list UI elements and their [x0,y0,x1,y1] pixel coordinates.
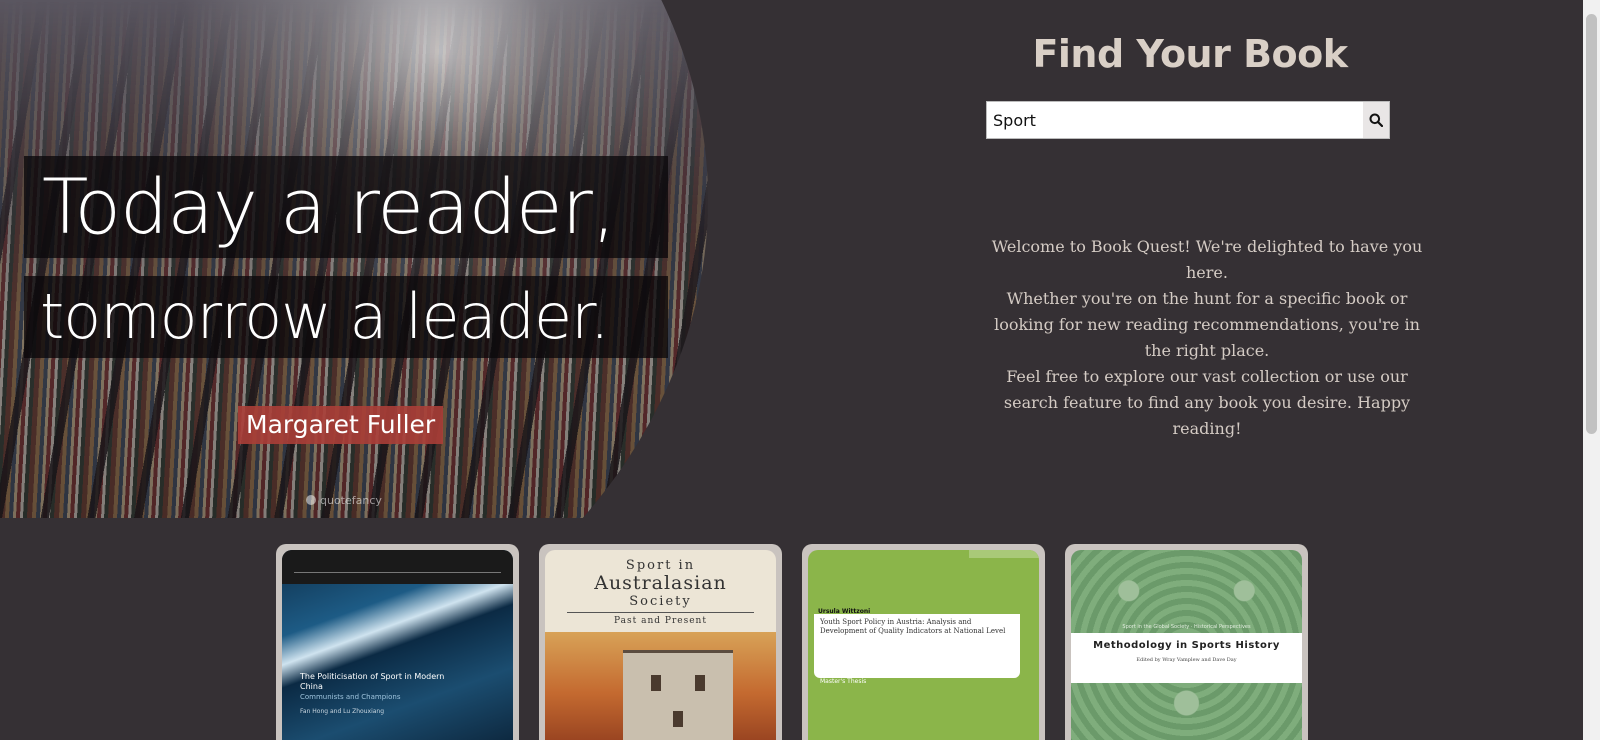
book-cover: Sport in the Global Society · Historical… [1071,550,1302,740]
cover-building [623,650,733,740]
book-title: Youth Sport Policy in Austria: Analysis … [820,618,1006,635]
book-cover: Sport in Australasian Society Past and P… [545,550,776,740]
quote-watermark: quotefancy [306,494,382,507]
page-scrollbar[interactable] [1583,0,1600,740]
book-title: The Politicisation of Sport in Modern Ch… [300,672,445,691]
quote-author: Margaret Fuller [238,406,444,444]
quote-line-2: tomorrow a leader. [24,276,668,358]
book-subtitle: Past and Present [614,616,707,626]
book-series: Sport in the Global Society · Historical… [1122,624,1251,630]
hero-quote-image: Today a reader, tomorrow a leader. Marga… [0,0,708,518]
book-cover: The Politicisation of Sport in Modern Ch… [282,550,513,740]
watermark-text: quotefancy [320,494,382,507]
welcome-line: Whether you're on the hunt for a specifi… [994,289,1420,360]
scrollbar-thumb[interactable] [1586,14,1597,434]
book-authors: Fan Hong and Lu Zhouxiang [300,708,385,715]
search-input[interactable] [987,102,1365,138]
book-card[interactable]: Sport in Australasian Society Past and P… [539,544,782,740]
search-bar [986,101,1390,139]
book-cover: Ursula Wittzoni Youth Sport Policy in Au… [808,550,1039,740]
welcome-message: Welcome to Book Quest! We're delighted t… [985,234,1429,442]
book-title-line: Society [629,594,692,609]
watermark-logo-icon [306,495,316,505]
book-card[interactable]: The Politicisation of Sport in Modern Ch… [276,544,519,740]
book-title-line: Australasian [594,572,727,594]
search-icon [1369,113,1383,127]
book-card[interactable]: Ursula Wittzoni Youth Sport Policy in Au… [802,544,1045,740]
welcome-line: Feel free to explore our vast collection… [1003,367,1411,438]
book-editors: Edited by Wray Vamplew and Dave Day [1136,657,1237,663]
quote-line-1: Today a reader, [24,156,668,258]
book-title-line: Sport in [625,558,696,573]
page-title: Find Your Book [1032,32,1348,76]
book-title: Methodology in Sports History [1093,640,1280,651]
welcome-line: Welcome to Book Quest! We're delighted t… [991,237,1423,282]
book-card[interactable]: Sport in the Global Society · Historical… [1065,544,1308,740]
book-type: Master's Thesis [820,678,867,685]
book-subtitle: Communists and Champions [300,693,401,701]
search-button[interactable] [1363,102,1389,138]
